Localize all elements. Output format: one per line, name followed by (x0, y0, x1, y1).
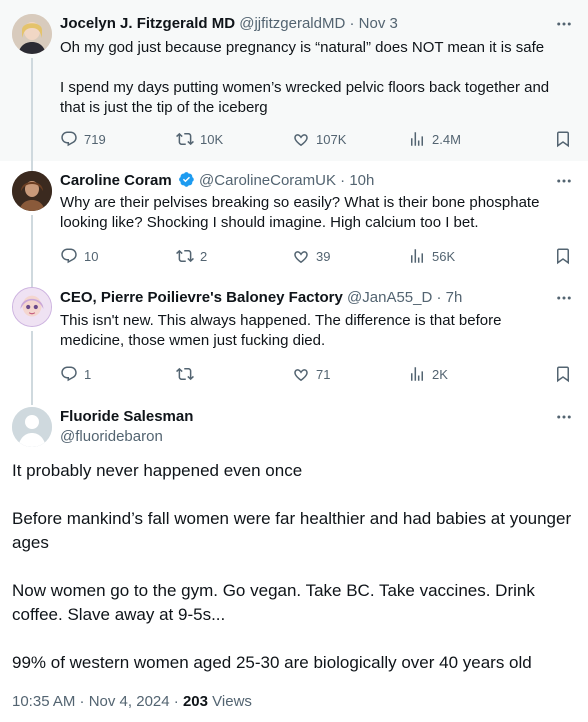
tweet-paragraph: It probably never happened even once (12, 461, 303, 480)
reply-button[interactable]: 1 (60, 365, 176, 383)
thread-line (31, 58, 33, 161)
avatar[interactable] (12, 14, 52, 54)
avatar[interactable] (12, 287, 52, 327)
repost-icon (176, 132, 194, 146)
repost-icon (176, 367, 194, 381)
tweet-header: Caroline Coram @CarolineCoramUK · 10h (60, 171, 548, 191)
tweet-paragraph: Oh my god just because pregnancy is “nat… (60, 39, 545, 56)
tweet-paragraph: Why are their pelvises breaking so easil… (60, 194, 540, 231)
more-icon[interactable] (554, 288, 574, 308)
default-avatar[interactable] (12, 407, 52, 447)
separator: · (432, 289, 446, 306)
reply-count: 719 (84, 131, 106, 147)
bookmark-icon (557, 248, 569, 265)
more-icon[interactable] (554, 171, 574, 191)
reply-button[interactable]: 10 (60, 247, 176, 265)
author-name[interactable]: Fluoride Salesman (60, 408, 193, 425)
reply-icon (61, 248, 77, 264)
views-count: 2.4M (432, 131, 461, 147)
action-bar: 1 71 2K (60, 364, 572, 384)
like-count: 107K (316, 131, 347, 147)
heart-icon (294, 134, 308, 147)
heart-icon (294, 369, 308, 382)
separator: · (345, 15, 359, 32)
views-label: Views (212, 693, 252, 710)
tweet-text: Why are their pelvises breaking so easil… (60, 193, 568, 233)
tweet-text: Oh my god just because pregnancy is “nat… (60, 38, 568, 118)
bookmark-button[interactable] (554, 247, 572, 265)
bookmark-button[interactable] (554, 365, 572, 383)
main-tweet: Fluoride Salesman @fluoridebaron It prob… (0, 395, 588, 722)
tweet-timestamp[interactable]: 10:35 AM · Nov 4, 2024 (12, 693, 170, 710)
repost-button[interactable] (176, 365, 292, 383)
tweet-baloney-factory[interactable]: CEO, Pierre Poilievre's Baloney Factory … (0, 278, 588, 395)
verified-badge-icon (178, 172, 194, 187)
views-button[interactable]: 2K (408, 365, 524, 383)
author-handle[interactable]: @JanA55_D (347, 289, 432, 306)
repost-count: 2 (200, 248, 208, 264)
like-count: 39 (316, 248, 331, 264)
tweet-time[interactable]: Nov 3 (359, 15, 398, 32)
tweet-meta: 10:35 AM · Nov 4, 2024 · 203 Views (12, 692, 252, 712)
tweet-time[interactable]: 7h (446, 289, 463, 306)
reply-count: 1 (84, 366, 92, 382)
views-icon (411, 367, 423, 381)
tweet-time[interactable]: 10h (349, 172, 374, 189)
repost-icon (176, 249, 194, 263)
views-icon (411, 132, 423, 146)
repost-button[interactable]: 10K (176, 130, 292, 148)
action-bar: 719 10K 107K 2.4M (60, 129, 572, 149)
tweet-paragraph: Before mankind’s fall women were far hea… (12, 509, 572, 552)
more-icon[interactable] (554, 407, 574, 427)
tweet-paragraph: 99% of western women aged 25-30 are biol… (12, 653, 532, 672)
views-icon (411, 249, 423, 263)
tweet-header: Jocelyn J. Fitzgerald MD @jjfitzgeraldMD… (60, 14, 548, 34)
reply-count: 10 (84, 248, 99, 264)
views-count: 56K (432, 248, 456, 264)
thread-line (31, 215, 33, 278)
tweet-paragraph: I spend my days putting women’s wrecked … (60, 79, 550, 116)
tweet-caroline[interactable]: Caroline Coram @CarolineCoramUK · 10h Wh… (0, 161, 588, 278)
tweet-header: CEO, Pierre Poilievre's Baloney Factory … (60, 288, 548, 308)
author-name[interactable]: Caroline Coram (60, 172, 172, 189)
tweet-paragraph: This isn't new. This always happened. Th… (60, 312, 502, 349)
tweet-text: This isn't new. This always happened. Th… (60, 311, 568, 351)
author-block: Fluoride Salesman @fluoridebaron (60, 407, 193, 447)
views-count: 2K (432, 366, 448, 382)
thread-line (31, 395, 33, 405)
author-handle[interactable]: @jjfitzgeraldMD (239, 15, 345, 32)
views-count: 203 (182, 693, 208, 710)
views-button[interactable]: 56K (408, 247, 524, 265)
thread-line (31, 278, 33, 287)
bookmark-icon (557, 366, 569, 383)
like-button[interactable]: 71 (292, 365, 408, 383)
like-count: 71 (316, 366, 331, 382)
repost-button[interactable]: 2 (176, 247, 292, 265)
author-name[interactable]: Jocelyn J. Fitzgerald MD (60, 15, 235, 32)
tweet-jocelyn[interactable]: Jocelyn J. Fitzgerald MD @jjfitzgeraldMD… (0, 0, 588, 161)
thread-line (31, 161, 33, 171)
separator: · (335, 172, 350, 189)
author-handle[interactable]: @fluoridebaron (60, 427, 193, 447)
like-button[interactable]: 39 (292, 247, 408, 265)
reply-icon (61, 131, 77, 147)
author-handle[interactable]: @CarolineCoramUK (199, 172, 336, 189)
separator: · (169, 693, 183, 710)
like-button[interactable]: 107K (292, 130, 408, 148)
bookmark-icon (557, 131, 569, 148)
author-name[interactable]: CEO, Pierre Poilievre's Baloney Factory (60, 289, 343, 306)
reply-icon (61, 366, 77, 382)
more-icon[interactable] (554, 14, 574, 34)
repost-count: 10K (200, 131, 224, 147)
reply-button[interactable]: 719 (60, 130, 176, 148)
action-bar: 10 2 39 56K (60, 246, 572, 266)
tweet-paragraph: Now women go to the gym. Go vegan. Take … (12, 581, 535, 624)
heart-icon (294, 251, 308, 264)
views-button[interactable]: 2.4M (408, 130, 524, 148)
avatar[interactable] (12, 171, 52, 211)
tweet-text: It probably never happened even once Bef… (12, 459, 576, 675)
bookmark-button[interactable] (554, 130, 572, 148)
thread-line (31, 331, 33, 395)
